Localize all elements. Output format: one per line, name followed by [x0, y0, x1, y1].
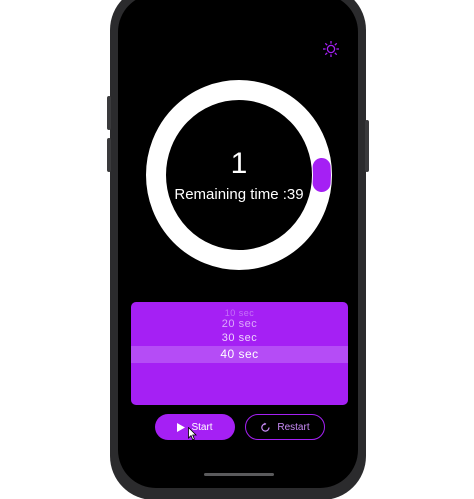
settings-icon[interactable]: [322, 40, 340, 58]
play-icon: [177, 422, 186, 432]
mouse-cursor-icon: [188, 427, 197, 441]
phone-volume-button: [107, 138, 111, 172]
picker-option[interactable]: 20 sec: [131, 317, 348, 331]
restart-button-label: Restart: [277, 421, 310, 433]
phone-volume-button: [107, 96, 111, 130]
phone-power-button: [365, 120, 369, 172]
home-indicator: [204, 473, 274, 476]
duration-picker[interactable]: 10 sec 20 sec 30 sec 40 sec: [131, 302, 348, 405]
picker-option[interactable]: 30 sec: [131, 331, 348, 345]
picker-option-selected[interactable]: 40 sec: [131, 347, 348, 361]
remaining-time-label: Remaining time :39: [174, 186, 304, 203]
restart-icon: [261, 422, 270, 432]
stage: 1 Remaining time :39 10 sec 20 sec 30 se…: [0, 0, 474, 499]
countdown-value: 1: [230, 147, 248, 180]
restart-button[interactable]: Restart: [245, 414, 325, 440]
